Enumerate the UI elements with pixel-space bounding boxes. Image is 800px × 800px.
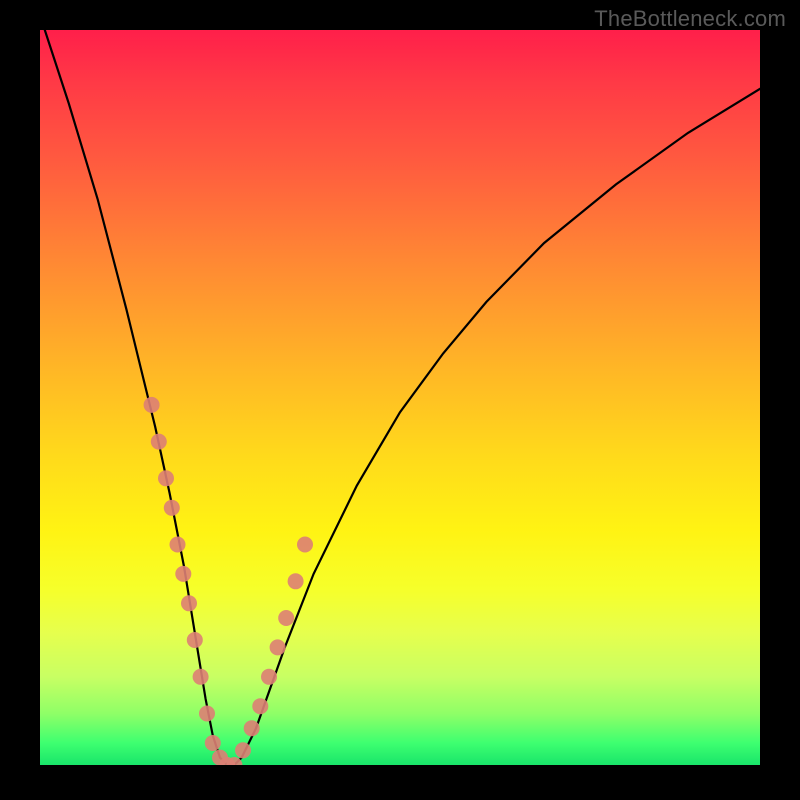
highlight-dot	[244, 720, 260, 736]
highlight-dot	[297, 537, 313, 553]
highlight-dot	[235, 742, 251, 758]
highlight-dot	[252, 698, 268, 714]
bottleneck-curve	[40, 30, 760, 765]
highlight-dot	[158, 470, 174, 486]
highlight-dot	[144, 397, 160, 413]
highlight-dots	[144, 397, 313, 765]
highlight-dot	[278, 610, 294, 626]
highlight-dot	[151, 434, 167, 450]
chart-svg	[40, 30, 760, 765]
highlight-dot	[288, 573, 304, 589]
highlight-dot	[187, 632, 203, 648]
highlight-dot	[175, 566, 191, 582]
highlight-dot	[199, 706, 215, 722]
chart-frame: TheBottleneck.com	[0, 0, 800, 800]
highlight-dot	[270, 639, 286, 655]
plot-area	[40, 30, 760, 765]
highlight-dot	[261, 669, 277, 685]
watermark-text: TheBottleneck.com	[594, 6, 786, 32]
highlight-dot	[170, 537, 186, 553]
highlight-dot	[181, 595, 197, 611]
highlight-dot	[164, 500, 180, 516]
highlight-dot	[205, 735, 221, 751]
highlight-dot	[193, 669, 209, 685]
